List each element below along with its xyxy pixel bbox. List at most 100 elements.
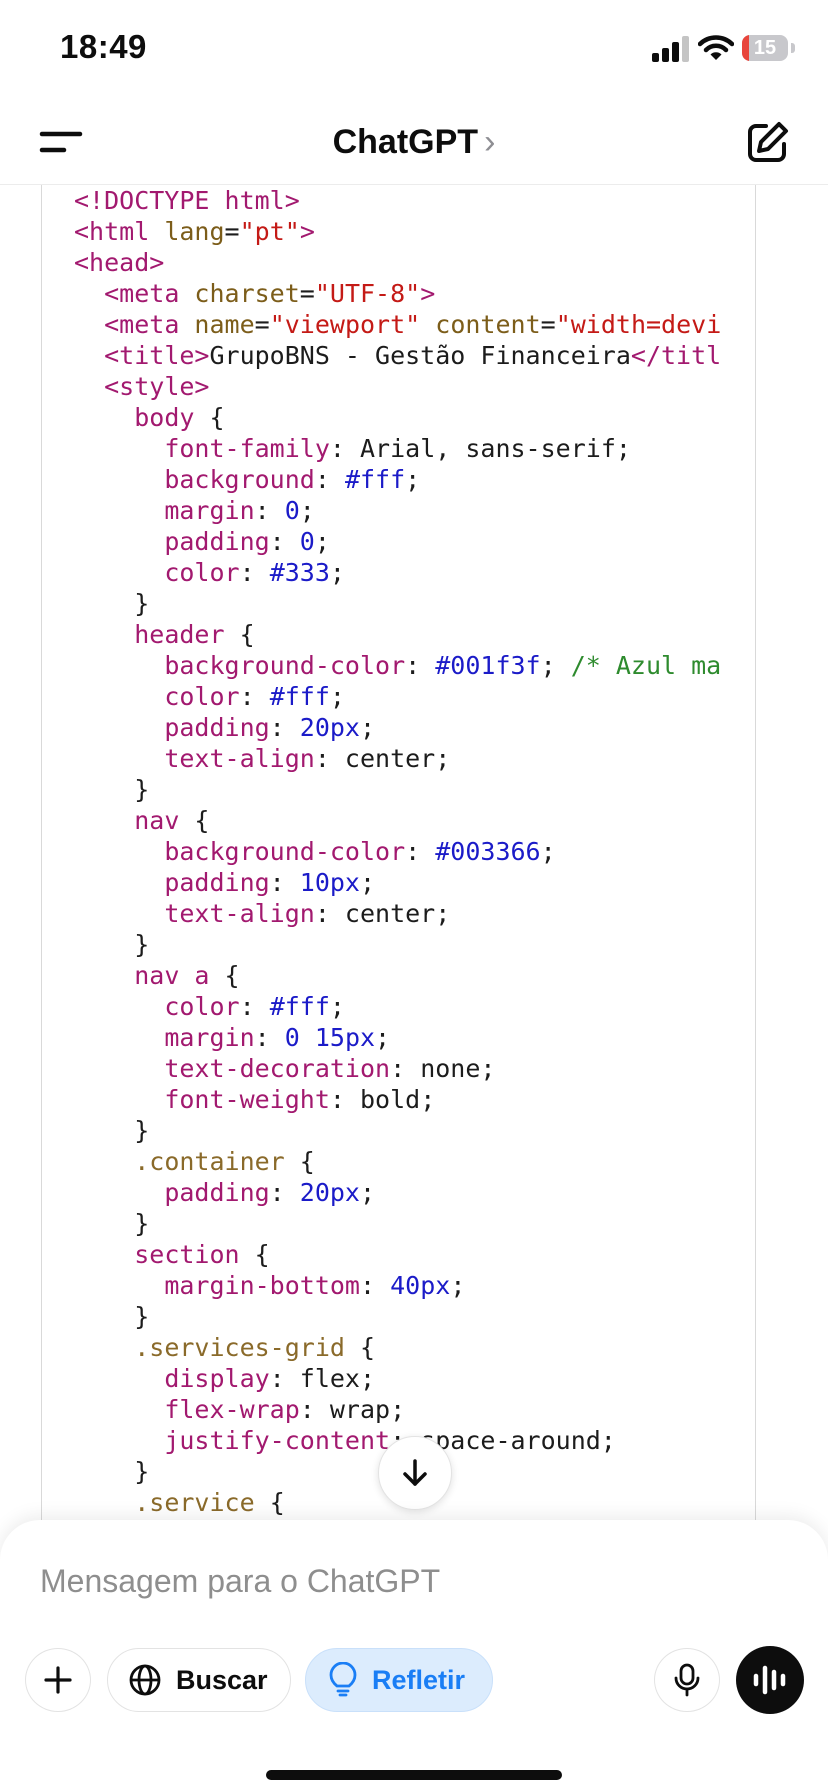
code-token: header — [134, 620, 225, 649]
code-token: color — [164, 682, 240, 711]
code-token: "UTF-8" — [314, 279, 421, 308]
code-line: } — [74, 1301, 721, 1332]
code-token: /* Azul ma — [570, 651, 722, 680]
code-line: padding: 20px; — [74, 712, 721, 743]
code-token: : — [254, 1023, 285, 1052]
code-token: text-align — [164, 744, 315, 773]
code-token: : none; — [390, 1054, 496, 1083]
code-line: font-family: Arial, sans-serif; — [74, 433, 721, 464]
code-token: { — [254, 1488, 285, 1517]
code-token: : — [239, 558, 270, 587]
signal-icon — [652, 36, 689, 62]
code-token: padding — [164, 1178, 270, 1207]
code-token: color — [164, 992, 240, 1021]
code-line: } — [74, 774, 721, 805]
code-token: .service — [134, 1488, 255, 1517]
code-token: </titl — [630, 341, 722, 370]
new-chat-icon[interactable] — [744, 118, 792, 166]
code-line: <style> — [74, 371, 721, 402]
code-token: ; — [360, 1178, 376, 1207]
code-token: : — [269, 868, 300, 897]
code-token: > — [299, 217, 315, 246]
code-line: padding: 20px; — [74, 1177, 721, 1208]
code-token: .container — [134, 1147, 285, 1176]
battery-percent: 15 — [753, 37, 777, 59]
add-attachment-button[interactable] — [25, 1648, 91, 1712]
code-token: ; — [329, 992, 345, 1021]
code-token: content — [435, 310, 541, 339]
arrow-down-icon — [403, 1459, 427, 1486]
reason-label: Refletir — [372, 1664, 466, 1695]
code-line: section { — [74, 1239, 721, 1270]
code-line: text-align: center; — [74, 898, 721, 929]
voice-mode-icon — [753, 1665, 786, 1695]
code-token: : bold; — [329, 1085, 436, 1114]
code-token: text-decoration — [164, 1054, 391, 1083]
code-line: <html lang="pt"> — [74, 216, 721, 247]
code-token: : wrap; — [299, 1395, 406, 1424]
code-line: nav { — [74, 805, 721, 836]
code-token: #fff — [344, 465, 406, 494]
code-token: justify-content — [164, 1426, 391, 1455]
code-token: = — [299, 279, 315, 308]
voice-mode-button[interactable] — [736, 1646, 804, 1714]
search-button[interactable]: Buscar — [107, 1648, 291, 1712]
code-token: <meta — [104, 279, 195, 308]
code-token: background — [164, 465, 315, 494]
message-input[interactable] — [40, 1556, 780, 1606]
code-line: flex-wrap: wrap; — [74, 1394, 721, 1425]
code-token: "width=devi — [555, 310, 722, 339]
code-token: background-color — [164, 837, 406, 866]
code-token: font-weight — [164, 1085, 330, 1114]
code-line: color: #fff; — [74, 991, 721, 1022]
code-line: padding: 10px; — [74, 867, 721, 898]
code-token: { — [284, 1147, 315, 1176]
code-token: { — [194, 403, 225, 432]
battery-icon: 15 — [742, 35, 788, 61]
code-line: .container { — [74, 1146, 721, 1177]
code-token: padding — [164, 713, 270, 742]
code-token: background-color — [164, 651, 406, 680]
scroll-down-button[interactable] — [378, 1436, 452, 1510]
code-line: } — [74, 1208, 721, 1239]
code-line: background: #fff; — [74, 464, 721, 495]
code-token: : — [269, 1178, 300, 1207]
code-token: <html — [74, 217, 165, 246]
code-token: nav a — [134, 961, 210, 990]
code-token: margin-bottom — [164, 1271, 360, 1300]
code-line: header { — [74, 619, 721, 650]
reason-button[interactable]: Refletir — [305, 1648, 493, 1712]
code-line: font-weight: bold; — [74, 1084, 721, 1115]
status-time: 18:49 — [60, 28, 147, 65]
model-selector[interactable]: ChatGPT › — [0, 120, 828, 164]
microphone-icon — [674, 1663, 700, 1697]
microphone-button[interactable] — [654, 1648, 720, 1712]
code-line: <meta charset="UTF-8"> — [74, 278, 721, 309]
code-token: ; — [375, 1023, 391, 1052]
code-token: charset — [194, 279, 300, 308]
code-token: #003366 — [435, 837, 541, 866]
code-token: section — [134, 1240, 240, 1269]
code-token: flex-wrap — [164, 1395, 300, 1424]
code-token: <title> — [104, 341, 210, 370]
code-token: { — [344, 1333, 376, 1362]
code-line: text-decoration: none; — [74, 1053, 721, 1084]
code-token: 40px — [390, 1271, 451, 1300]
code-token: ; — [299, 496, 315, 525]
code-token: } — [74, 1457, 150, 1486]
code-token: GrupoBNS - Gestão Financeira — [209, 341, 631, 370]
battery-tip — [791, 43, 795, 53]
